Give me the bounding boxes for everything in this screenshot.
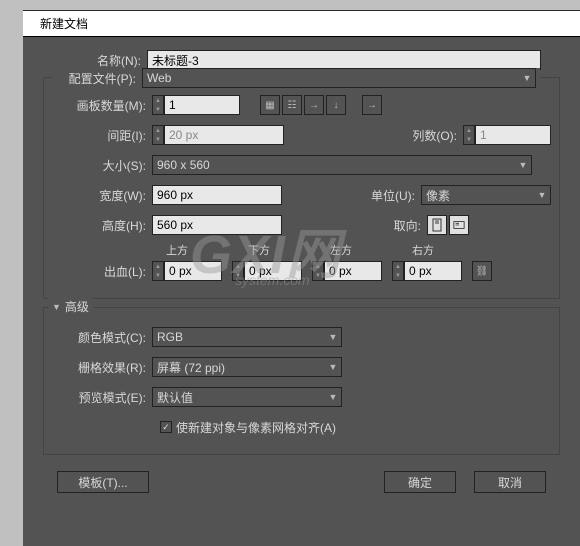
height-input[interactable]	[152, 215, 282, 235]
arrow-right-icon[interactable]: →	[362, 95, 382, 115]
bleed-bottom-input[interactable]	[244, 261, 302, 281]
profile-label: 配置文件(P):	[56, 70, 142, 87]
bleed-right-label: 右方	[412, 242, 494, 258]
link-icon[interactable]: ⛓	[472, 261, 492, 281]
orientation-portrait-icon[interactable]	[427, 215, 447, 235]
spacing-label: 间距(I):	[52, 127, 152, 144]
advanced-label: 高级	[65, 298, 89, 315]
colormode-select[interactable]: RGB ▼	[152, 327, 342, 347]
bleed-left-label: 左方	[330, 242, 412, 258]
chevron-down-icon: ▼	[515, 160, 531, 170]
ok-button[interactable]: 确定	[384, 471, 456, 493]
name-input[interactable]	[147, 50, 541, 70]
orientation-landscape-icon[interactable]	[449, 215, 469, 235]
bleed-label: 出血(L):	[52, 263, 152, 280]
width-label: 宽度(W):	[52, 187, 152, 204]
units-label: 单位(U):	[357, 187, 421, 204]
cols-spinner[interactable]: ▲▼	[463, 125, 475, 145]
dialog-body: 名称(N): 配置文件(P): Web ▼ 画板数量(M): ▲▼ ▦ ☷ → …	[23, 37, 580, 493]
cols-input[interactable]	[475, 125, 551, 145]
profile-select[interactable]: Web ▼	[142, 68, 536, 88]
grid-col-icon[interactable]: ☷	[282, 95, 302, 115]
bleed-top-input[interactable]	[164, 261, 222, 281]
preview-label: 预览模式(E):	[52, 389, 152, 406]
cancel-button[interactable]: 取消	[474, 471, 546, 493]
chevron-down-icon: ▼	[534, 190, 550, 200]
raster-select[interactable]: 屏幕 (72 ppi) ▼	[152, 357, 342, 377]
template-button[interactable]: 模板(T)...	[57, 471, 149, 493]
dialog-window: 新建文档 名称(N): 配置文件(P): Web ▼ 画板数量(M): ▲▼ ▦…	[23, 10, 580, 546]
arrange-right-icon[interactable]: →	[304, 95, 324, 115]
bleed-bottom-spinner[interactable]: ▲▼	[232, 261, 244, 281]
bleed-top-spinner[interactable]: ▲▼	[152, 261, 164, 281]
colormode-label: 颜色模式(C):	[52, 329, 152, 346]
align-label: 使新建对象与像素网格对齐(A)	[176, 419, 336, 436]
bleed-left-input[interactable]	[324, 261, 382, 281]
grid-row-icon[interactable]: ▦	[260, 95, 280, 115]
orient-label: 取向:	[383, 217, 427, 234]
bleed-top-label: 上方	[166, 242, 248, 258]
profile-group: 配置文件(P): Web ▼ 画板数量(M): ▲▼ ▦ ☷ → ↓ → 间距(…	[43, 77, 560, 299]
cols-label: 列数(O):	[399, 127, 463, 144]
bleed-right-spinner[interactable]: ▲▼	[392, 261, 404, 281]
arrange-down-icon[interactable]: ↓	[326, 95, 346, 115]
title-bar: 新建文档	[23, 11, 580, 37]
name-label: 名称(N):	[47, 52, 147, 69]
raster-label: 栅格效果(R):	[52, 359, 152, 376]
spacing-spinner[interactable]: ▲▼	[152, 125, 164, 145]
height-label: 高度(H):	[52, 217, 152, 234]
preview-select[interactable]: 默认值 ▼	[152, 387, 342, 407]
disclosure-triangle-icon[interactable]: ▼	[52, 302, 61, 312]
spacing-input[interactable]	[164, 125, 284, 145]
advanced-group: ▼ 高级 颜色模式(C): RGB ▼ 栅格效果(R): 屏幕 (72 ppi)…	[43, 307, 560, 455]
bleed-left-spinner[interactable]: ▲▼	[312, 261, 324, 281]
units-select[interactable]: 像素 ▼	[421, 185, 551, 205]
chevron-down-icon: ▼	[519, 73, 535, 83]
chevron-down-icon: ▼	[325, 332, 341, 342]
chevron-down-icon: ▼	[325, 392, 341, 402]
width-input[interactable]	[152, 185, 282, 205]
artboards-input[interactable]	[164, 95, 240, 115]
size-label: 大小(S):	[52, 157, 152, 174]
artboards-label: 画板数量(M):	[52, 97, 152, 114]
size-select[interactable]: 960 x 560 ▼	[152, 155, 532, 175]
dialog-title: 新建文档	[40, 17, 88, 31]
bleed-bottom-label: 下方	[248, 242, 330, 258]
chevron-down-icon: ▼	[325, 362, 341, 372]
align-checkbox[interactable]: ✓	[160, 421, 172, 433]
bleed-right-input[interactable]	[404, 261, 462, 281]
artboards-spinner[interactable]: ▲▼	[152, 95, 164, 115]
